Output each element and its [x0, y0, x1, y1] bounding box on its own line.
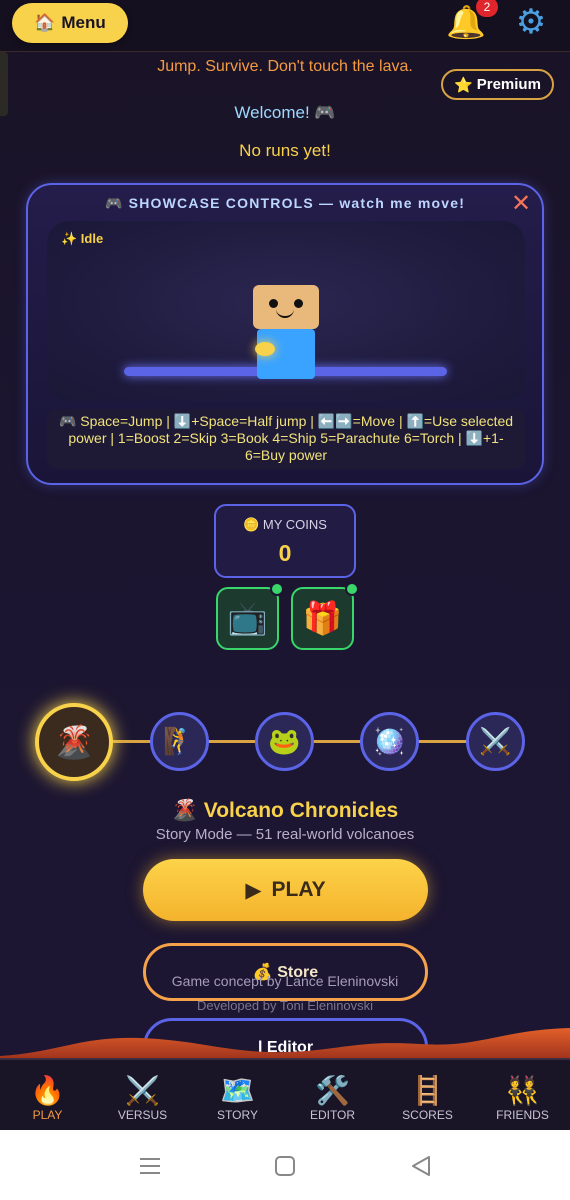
home-icon[interactable] [273, 1154, 297, 1178]
lava-decoration [0, 1028, 570, 1062]
nav-versus[interactable]: ⚔️ VERSUS [95, 1060, 190, 1130]
fire-icon: 🔥 [30, 1075, 65, 1106]
tv-icon: 📺 [227, 600, 268, 636]
tools-icon: 🛠️ [315, 1075, 350, 1106]
frog-icon: 🐸 [268, 726, 301, 756]
runs-status: No runs yet! [239, 141, 331, 160]
play-label: PLAY [271, 878, 326, 901]
coins-value: 0 [278, 540, 292, 566]
mode-climber[interactable]: 🧗 [150, 712, 209, 771]
coin-icon [255, 342, 275, 356]
premium-label: Premium [476, 76, 541, 93]
mode-versus[interactable]: ⚔️ [466, 712, 525, 771]
recents-icon[interactable] [138, 1154, 162, 1178]
available-dot [345, 582, 359, 596]
showcase-stage: ✨ Idle [47, 221, 525, 401]
welcome-text: Welcome! 🎮 [234, 103, 336, 122]
showcase-panel: 🎮 SHOWCASE CONTROLS — watch me move! ✕ ✨… [26, 183, 544, 485]
notification-badge: 2 [476, 0, 498, 17]
swords-icon: ⚔️ [479, 726, 512, 756]
nav-story[interactable]: 🗺️ STORY [190, 1060, 285, 1130]
climber-icon: 🧗 [163, 726, 196, 756]
swords-icon: ⚔️ [125, 1075, 160, 1106]
nav-friends[interactable]: 👯 FRIENDS [475, 1060, 570, 1130]
app-screen: 🏠 Menu 🔔 2 ⚙ Jump. Survive. Don't touch … [0, 0, 570, 1130]
tv-reward-button[interactable]: 📺 [216, 582, 284, 650]
nav-label: PLAY [32, 1108, 63, 1122]
available-dot [270, 582, 284, 596]
character-head [253, 285, 319, 329]
play-icon: ▶ [245, 878, 262, 902]
mode-subtitle: Story Mode — 51 real-world volcanoes [155, 826, 415, 843]
coins-label: 🪙 MY COINS [243, 517, 327, 532]
star-icon: ⭐ [454, 76, 473, 94]
right-eye [294, 299, 303, 308]
close-icon[interactable]: ✕ [508, 191, 534, 217]
credit-developer: Developed by Toni Eleninovski [196, 998, 374, 1013]
back-icon[interactable] [409, 1154, 433, 1178]
smile [276, 309, 294, 318]
map-icon: 🗺️ [220, 1075, 255, 1106]
showcase-title: 🎮 SHOWCASE CONTROLS — watch me move! [104, 195, 466, 211]
menu-button[interactable]: 🏠 Menu [12, 3, 128, 43]
nav-editor[interactable]: 🛠️ EDITOR [285, 1060, 380, 1130]
credit-concept: Game concept by Lance Eleninovski [171, 973, 399, 989]
gift-reward-button[interactable]: 🎁 [291, 582, 359, 650]
nav-label: FRIENDS [496, 1108, 549, 1122]
bottom-navigation: 🔥 PLAY ⚔️ VERSUS 🗺️ STORY 🛠️ EDITOR 🪜 SC… [0, 1058, 570, 1130]
nav-label: EDITOR [309, 1108, 356, 1122]
gift-icon: 🎁 [302, 600, 343, 636]
nav-label: STORY [217, 1108, 258, 1122]
mode-disco[interactable]: 🪩 [360, 712, 419, 771]
top-bar: 🏠 Menu 🔔 2 ⚙ [0, 0, 570, 52]
controls-help: 🎮 Space=Jump | ⬇️+Space=Half jump | ⬅️➡️… [47, 409, 525, 469]
nav-play[interactable]: 🔥 PLAY [0, 1060, 95, 1130]
coins-panel: 🪙 MY COINS 0 [214, 504, 356, 578]
volcano-icon: 🌋 [54, 724, 94, 760]
store-button[interactable]: 💰 Store [143, 943, 428, 1001]
mode-volcano[interactable]: 🌋 [35, 703, 113, 781]
left-eye [269, 299, 278, 308]
system-navigation-bar [0, 1130, 570, 1200]
menu-label: Menu [61, 13, 106, 32]
nav-label: SCORES [402, 1108, 453, 1122]
friends-icon: 👯 [505, 1075, 540, 1106]
nav-scores[interactable]: 🪜 SCORES [380, 1060, 475, 1130]
gear-icon[interactable]: ⚙ [510, 0, 552, 44]
premium-button[interactable]: ⭐ Premium [441, 69, 554, 100]
disco-icon: 🪩 [373, 726, 406, 756]
nav-label: VERSUS [117, 1108, 168, 1122]
home-icon: 🏠 [34, 13, 56, 32]
character-state: ✨ Idle [61, 231, 104, 246]
ladder-icon: 🪜 [410, 1075, 445, 1106]
play-button[interactable]: ▶ PLAY [143, 859, 428, 921]
mode-frog[interactable]: 🐸 [255, 712, 314, 771]
mode-title: 🌋 Volcano Chronicles [171, 799, 399, 822]
